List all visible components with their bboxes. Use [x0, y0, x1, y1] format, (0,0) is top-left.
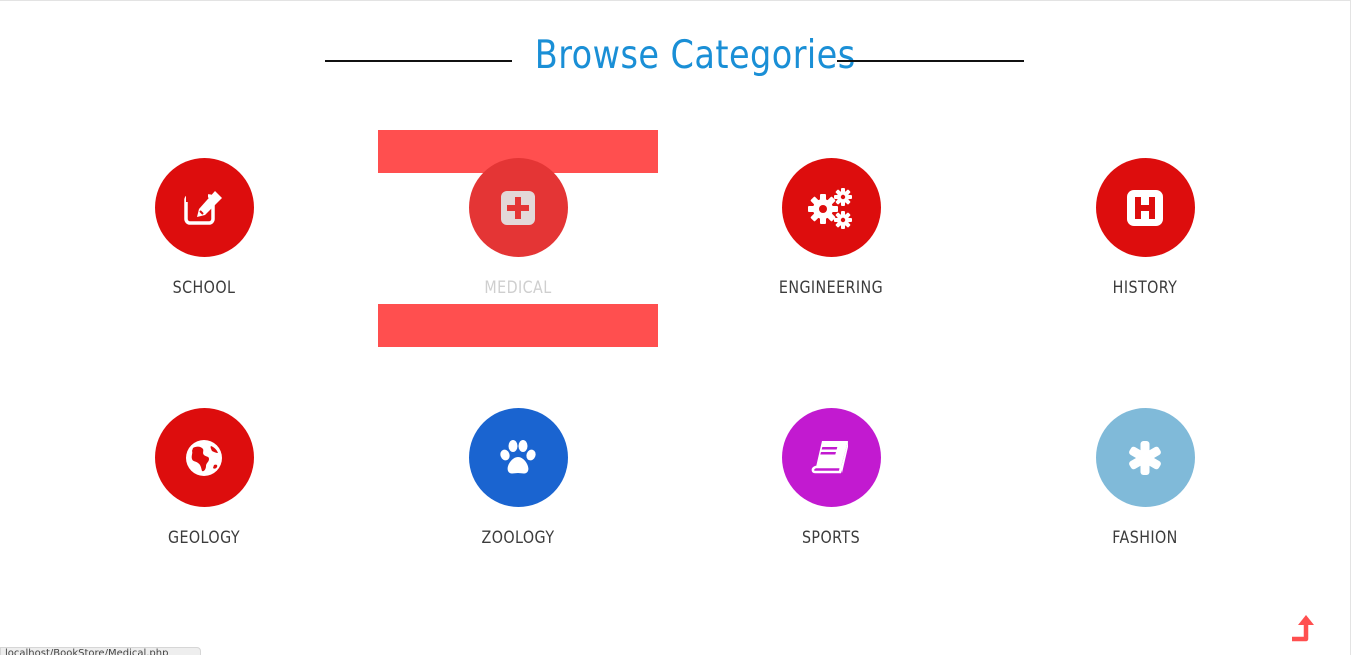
status-bar-url: localhost/BookStore/Medical.php	[0, 647, 201, 655]
category-medical[interactable]: MEDICAL	[398, 158, 638, 298]
arrow-turn-up-icon	[1292, 615, 1314, 642]
category-geology[interactable]: GEOLOGY	[84, 408, 324, 548]
category-sports-circle[interactable]	[781, 408, 881, 507]
page: Browse Categories SCHOOL MEDICAL ENGINEE…	[0, 0, 1351, 655]
category-engineering[interactable]: ENGINEERING	[711, 158, 951, 298]
hospital-h-icon	[1127, 189, 1163, 226]
page-title: Browse Categories	[534, 33, 856, 78]
category-medical-circle[interactable]	[468, 158, 568, 257]
heading-divider-left	[325, 60, 512, 62]
asterisk-icon	[1129, 440, 1161, 475]
category-zoology[interactable]: ZOOLOGY	[398, 408, 638, 548]
category-geology-label[interactable]: GEOLOGY	[103, 528, 305, 548]
paw-icon	[500, 439, 536, 473]
category-engineering-circle[interactable]	[781, 158, 881, 257]
category-fashion-label[interactable]: FASHION	[1044, 528, 1246, 548]
category-school-label[interactable]: SCHOOL	[103, 278, 305, 298]
heading-divider-right	[837, 60, 1024, 62]
category-school-circle[interactable]	[154, 158, 254, 257]
hover-highlight-bottom	[378, 304, 658, 347]
category-history[interactable]: HISTORY	[1025, 158, 1265, 298]
category-fashion[interactable]: FASHION	[1025, 408, 1265, 548]
category-school[interactable]: SCHOOL	[84, 158, 324, 298]
edit-icon	[184, 189, 222, 225]
section-heading: Browse Categories	[0, 31, 1351, 91]
category-sports-label[interactable]: SPORTS	[730, 528, 932, 548]
back-to-top-button[interactable]	[1290, 613, 1320, 645]
globe-icon	[186, 439, 222, 476]
category-engineering-label[interactable]: ENGINEERING	[730, 278, 932, 298]
medical-kit-icon	[501, 190, 535, 225]
category-history-circle[interactable]	[1095, 158, 1195, 257]
gears-icon	[808, 187, 852, 229]
category-zoology-circle[interactable]	[468, 408, 568, 507]
category-fashion-circle[interactable]	[1095, 408, 1195, 507]
category-sports[interactable]: SPORTS	[711, 408, 951, 548]
category-medical-label[interactable]: MEDICAL	[417, 278, 619, 298]
book-icon	[811, 440, 848, 473]
category-zoology-label[interactable]: ZOOLOGY	[417, 528, 619, 548]
category-history-label[interactable]: HISTORY	[1044, 278, 1246, 298]
category-geology-circle[interactable]	[154, 408, 254, 507]
